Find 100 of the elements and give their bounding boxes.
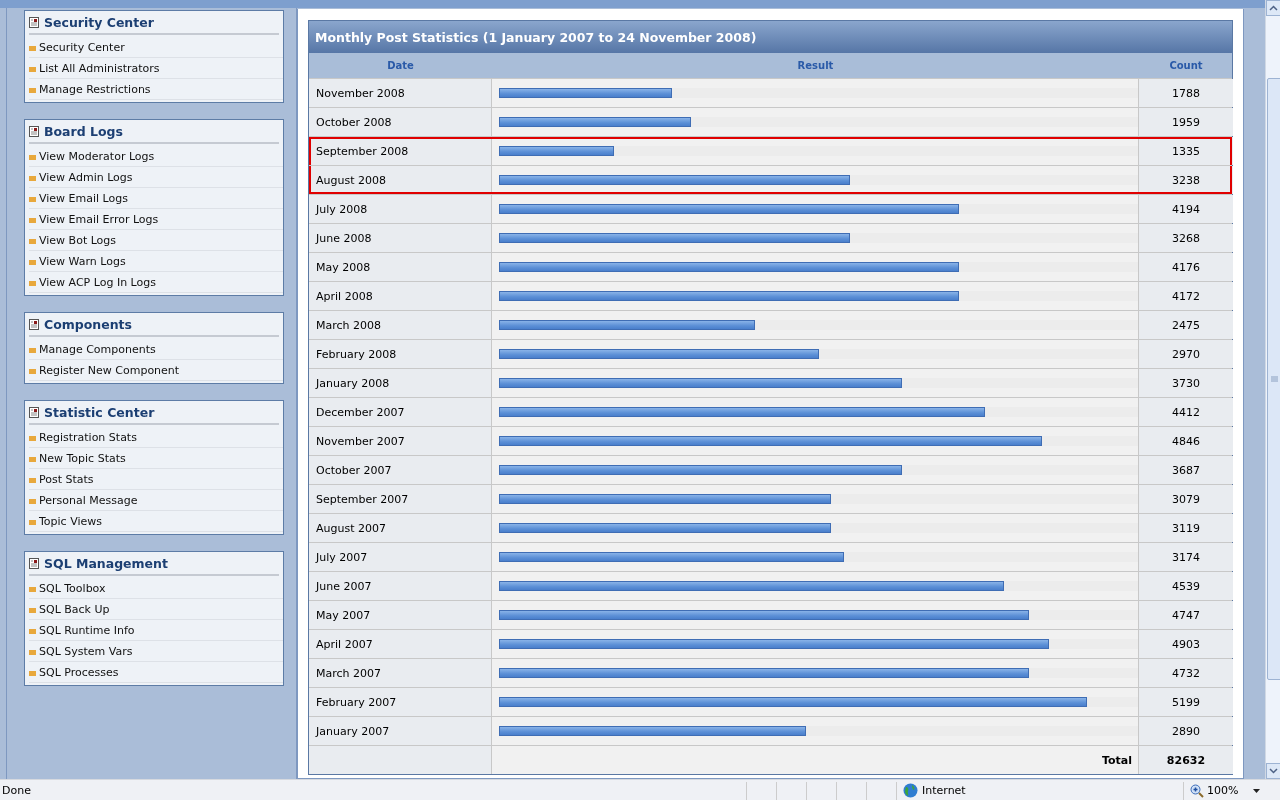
- menu-link[interactable]: Security Center: [39, 40, 125, 54]
- count-cell: 4846: [1139, 427, 1233, 455]
- bullet-icon: [29, 155, 36, 160]
- total-label: Total: [492, 746, 1139, 774]
- menu-link[interactable]: View Bot Logs: [39, 233, 117, 247]
- count-cell: 4412: [1139, 398, 1233, 426]
- menu-link[interactable]: Personal Message: [39, 493, 138, 507]
- bullet-icon: [29, 260, 36, 265]
- column-header: Count: [1168, 59, 1204, 73]
- date-cell: November 2007: [309, 427, 492, 455]
- count-cell: 1959: [1139, 108, 1233, 136]
- date-cell: July 2007: [309, 543, 492, 571]
- count-cell: 5199: [1139, 688, 1233, 716]
- document-icon: [29, 17, 39, 28]
- count-cell: 4903: [1139, 630, 1233, 658]
- dropdown-icon[interactable]: [1253, 788, 1260, 793]
- count-cell: 4194: [1139, 195, 1233, 223]
- menu-link[interactable]: Topic Views: [39, 514, 102, 528]
- date-cell: March 2007: [309, 659, 492, 687]
- menu-link[interactable]: Manage Restrictions: [39, 82, 151, 96]
- count-cell: 3730: [1139, 369, 1233, 397]
- date-cell: August 2007: [309, 514, 492, 542]
- menu-link[interactable]: New Topic Stats: [39, 451, 126, 465]
- menu-link[interactable]: SQL Toolbox: [39, 581, 106, 595]
- count-cell: 3174: [1139, 543, 1233, 571]
- date-cell: November 2008: [309, 79, 492, 107]
- count-cell: 3268: [1139, 224, 1233, 252]
- date-cell: May 2007: [309, 601, 492, 629]
- menu-link[interactable]: SQL Runtime Info: [39, 623, 135, 637]
- card-title: SQL Management: [44, 556, 168, 571]
- card-title: Statistic Center: [44, 405, 155, 420]
- date-cell: December 2007: [309, 398, 492, 426]
- bullet-icon: [29, 218, 36, 223]
- menu-link[interactable]: View Moderator Logs: [39, 149, 155, 163]
- date-cell: September 2008: [309, 137, 492, 165]
- menu-link[interactable]: Manage Components: [39, 342, 156, 356]
- count-cell: 4176: [1139, 253, 1233, 281]
- menu-link[interactable]: Register New Component: [39, 363, 180, 377]
- column-header: Result: [796, 59, 835, 73]
- date-cell: June 2008: [309, 224, 492, 252]
- status-text: Done: [1, 784, 32, 797]
- date-cell: February 2007: [309, 688, 492, 716]
- zoom-icon[interactable]: [1190, 783, 1204, 798]
- scroll-thumb[interactable]: [1267, 78, 1280, 680]
- bullet-icon: [29, 520, 36, 525]
- menu-link[interactable]: View Email Error Logs: [39, 212, 159, 226]
- date-cell: July 2008: [309, 195, 492, 223]
- scroll-down-button[interactable]: [1266, 763, 1280, 779]
- scrollbar[interactable]: [1265, 0, 1280, 779]
- bullet-icon: [29, 457, 36, 462]
- menu-link[interactable]: SQL Processes: [39, 665, 119, 679]
- zoom-level[interactable]: 100%: [1207, 784, 1239, 797]
- date-cell: January 2008: [309, 369, 492, 397]
- bullet-icon: [29, 369, 36, 374]
- document-icon: [29, 126, 39, 137]
- count-cell: 3238: [1139, 166, 1233, 194]
- menu-link[interactable]: SQL Back Up: [39, 602, 110, 616]
- bullet-icon: [29, 176, 36, 181]
- menu-link[interactable]: View Admin Logs: [39, 170, 133, 184]
- count-cell: 1335: [1139, 137, 1233, 165]
- count-cell: 4539: [1139, 572, 1233, 600]
- menu-link[interactable]: Post Stats: [39, 472, 94, 486]
- bullet-icon: [29, 197, 36, 202]
- bullet-icon: [29, 499, 36, 504]
- date-cell: June 2007: [309, 572, 492, 600]
- menu-link[interactable]: View Email Logs: [39, 191, 128, 205]
- count-cell: 3687: [1139, 456, 1233, 484]
- bullet-icon: [29, 587, 36, 592]
- column-header: Date: [386, 59, 415, 73]
- menu-link[interactable]: View Warn Logs: [39, 254, 126, 268]
- menu-link[interactable]: List All Administrators: [39, 61, 160, 75]
- table-title: Monthly Post Statistics (1 January 2007 to 24 November 2008): [309, 21, 1232, 53]
- date-cell: January 2007: [309, 717, 492, 745]
- card-title: Board Logs: [44, 124, 123, 139]
- bullet-icon: [29, 436, 36, 441]
- document-icon: [29, 319, 39, 330]
- count-cell: 4747: [1139, 601, 1233, 629]
- date-cell: March 2008: [309, 311, 492, 339]
- date-cell: May 2008: [309, 253, 492, 281]
- count-cell: 3079: [1139, 485, 1233, 513]
- bullet-icon: [29, 239, 36, 244]
- date-cell: September 2007: [309, 485, 492, 513]
- bullet-icon: [29, 671, 36, 676]
- scroll-up-button[interactable]: [1266, 0, 1280, 16]
- menu-link[interactable]: Registration Stats: [39, 430, 137, 444]
- count-cell: 2890: [1139, 717, 1233, 745]
- count-cell: 3119: [1139, 514, 1233, 542]
- bullet-icon: [29, 348, 36, 353]
- zone-label: Internet: [922, 784, 966, 797]
- bullet-icon: [29, 650, 36, 655]
- bullet-icon: [29, 608, 36, 613]
- menu-link[interactable]: SQL System Vars: [39, 644, 133, 658]
- count-cell: 4732: [1139, 659, 1233, 687]
- bullet-icon: [29, 88, 36, 93]
- count-cell: 1788: [1139, 79, 1233, 107]
- bullet-icon: [29, 281, 36, 286]
- menu-link[interactable]: View ACP Log In Logs: [39, 275, 156, 289]
- date-cell: April 2008: [309, 282, 492, 310]
- bullet-icon: [29, 67, 36, 72]
- date-cell: October 2008: [309, 108, 492, 136]
